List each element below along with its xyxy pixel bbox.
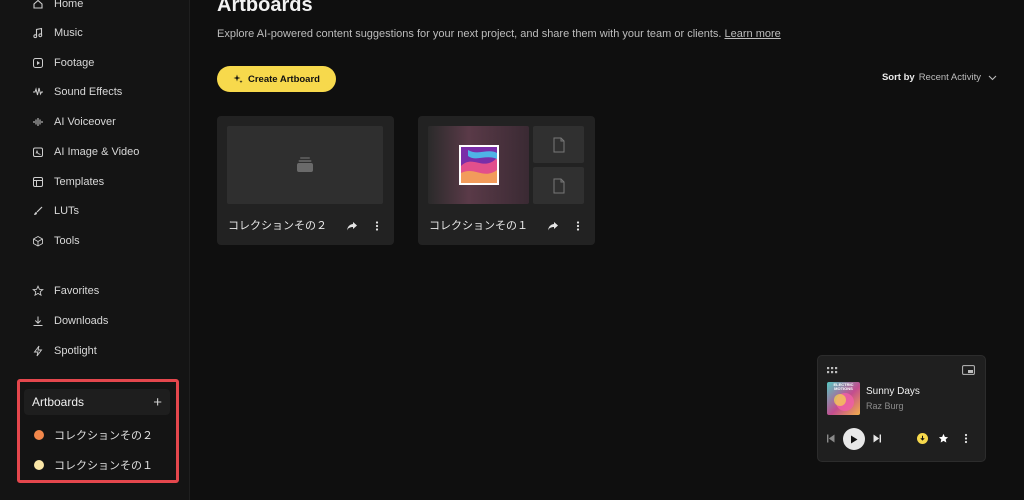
sidebar-item-home[interactable]: Home	[32, 0, 83, 14]
file-icon	[552, 178, 566, 194]
picture-in-picture-icon[interactable]	[962, 365, 975, 375]
sidebar-item-label: Music	[54, 27, 83, 39]
sidebar-item-label: Downloads	[54, 315, 109, 327]
stack-icon	[295, 154, 315, 174]
artboard-card[interactable]: コレクションその２	[217, 116, 394, 245]
sidebar-item-tools[interactable]: Tools	[32, 231, 80, 251]
sidebar-item-label: Footage	[54, 57, 95, 69]
sidebar-item-spotlight[interactable]: Spotlight	[32, 341, 97, 361]
sidebar-item-label: Spotlight	[54, 345, 97, 357]
sidebar-item-footage[interactable]: Footage	[32, 53, 94, 73]
artboard-list-item[interactable]: コレクションその２	[34, 426, 153, 444]
add-artboard-button[interactable]: +	[153, 395, 162, 410]
more-options-icon[interactable]	[575, 219, 581, 231]
previous-track-icon[interactable]	[827, 434, 835, 443]
chevron-down-icon	[988, 75, 997, 81]
grid-menu-icon[interactable]	[827, 367, 838, 374]
sort-value: Recent Activity	[918, 72, 981, 83]
sidebar-item-label: AI Image & Video	[54, 146, 140, 158]
more-options-icon[interactable]	[374, 219, 380, 231]
sidebar-item-label: Templates	[54, 176, 105, 188]
card-thumbnail-placeholder	[533, 126, 584, 163]
card-thumbnail-empty	[227, 126, 383, 204]
sidebar-item-templates[interactable]: Templates	[32, 172, 104, 192]
artboard-list-item[interactable]: コレクションその１	[34, 456, 153, 474]
home-icon	[32, 0, 44, 10]
sidebar-item-ai-voiceover[interactable]: AI Voiceover	[32, 112, 116, 132]
page-subtitle: Explore AI-powered content suggestions f…	[217, 28, 781, 40]
share-icon[interactable]	[547, 219, 559, 231]
download-circle-icon[interactable]	[917, 433, 928, 444]
sidebar-item-music[interactable]: Music	[32, 23, 83, 43]
play-button[interactable]	[843, 428, 865, 450]
card-title: コレクションその１	[429, 220, 528, 232]
artboard-color-dot	[34, 430, 44, 440]
sidebar-item-sound-effects[interactable]: Sound Effects	[32, 82, 122, 102]
waveform-icon	[32, 86, 44, 98]
sort-dropdown[interactable]: Sort by Recent Activity	[882, 72, 997, 83]
artboard-color-dot	[34, 460, 44, 470]
mini-player: ELECTRIC MOTIONS Sunny Days Raz Burg	[817, 355, 986, 462]
artboards-title: Artboards	[32, 395, 85, 409]
sparkle-icon	[233, 74, 243, 84]
card-thumbnail-placeholder	[533, 167, 584, 204]
create-artboard-button[interactable]: Create Artboard	[217, 66, 336, 92]
star-icon	[32, 285, 44, 297]
sort-label: Sort by	[881, 72, 915, 83]
artboard-card[interactable]: コレクションその１	[418, 116, 595, 245]
subtitle-text: Explore AI-powered content suggestions f…	[217, 28, 722, 40]
file-icon	[552, 137, 566, 153]
more-options-icon[interactable]	[963, 433, 969, 445]
next-track-icon[interactable]	[873, 434, 881, 443]
lightning-icon	[32, 345, 44, 357]
artboard-list-label: コレクションその２	[54, 430, 153, 442]
sidebar-item-label: AI Voiceover	[54, 116, 116, 128]
sidebar-item-label: Home	[54, 0, 84, 10]
sidebar: Home Music Footage Sound Effects AI Voic…	[0, 0, 190, 500]
sidebar-item-favorites[interactable]: Favorites	[32, 281, 99, 301]
album-cover: ELECTRIC MOTIONS	[827, 382, 860, 415]
sidebar-item-label: Favorites	[54, 285, 100, 297]
learn-more-link[interactable]: Learn more	[725, 28, 781, 40]
track-artist[interactable]: Raz Burg	[866, 401, 904, 411]
favorite-star-icon[interactable]	[938, 433, 949, 444]
cube-icon	[32, 235, 44, 247]
sidebar-item-label: Sound Effects	[54, 86, 123, 98]
sidebar-item-downloads[interactable]: Downloads	[32, 311, 108, 331]
play-square-icon	[32, 57, 44, 69]
artboards-panel: Artboards + コレクションその２ コレクションその１	[17, 379, 179, 483]
brush-icon	[32, 205, 44, 217]
sidebar-item-luts[interactable]: LUTs	[32, 201, 79, 221]
card-thumbnail-cover	[428, 126, 529, 204]
page-title: Artboards	[217, 0, 313, 16]
image-sparkle-icon	[32, 146, 44, 158]
music-note-icon	[32, 27, 44, 39]
sidebar-item-label: Tools	[54, 235, 80, 247]
create-artboard-label: Create Artboard	[248, 73, 320, 85]
voice-wave-icon	[32, 116, 44, 128]
card-title: コレクションその２	[228, 220, 327, 232]
sidebar-item-ai-image-video[interactable]: AI Image & Video	[32, 142, 139, 162]
download-icon	[32, 315, 44, 327]
sidebar-item-label: LUTs	[54, 205, 80, 217]
share-icon[interactable]	[346, 219, 358, 231]
artboards-header[interactable]: Artboards +	[24, 389, 170, 415]
template-icon	[32, 176, 44, 188]
track-title: Sunny Days	[866, 386, 920, 397]
artboard-list-label: コレクションその１	[54, 460, 153, 472]
